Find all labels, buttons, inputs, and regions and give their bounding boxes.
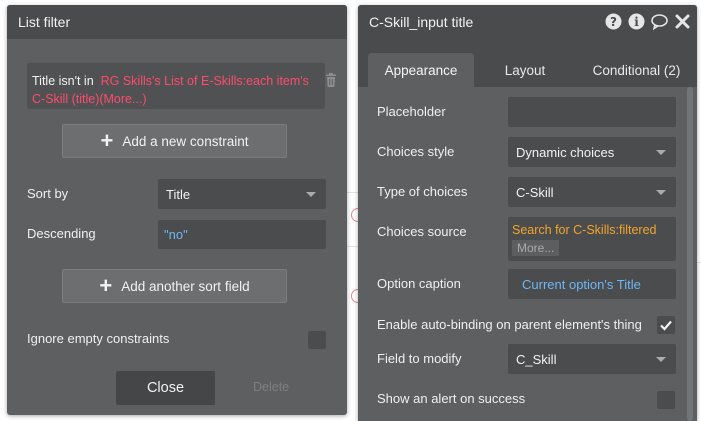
choices-style-value: Dynamic choices [516,144,615,160]
list-filter-panel: List filter Title isn't in RG Skills's L… [7,5,347,415]
add-sort-field-label: Add another sort field [121,278,250,294]
descending-value: "no" [164,227,188,242]
field-to-modify-select[interactable]: C_Skill [508,344,676,374]
add-sort-field-button[interactable]: + Add another sort field [62,269,287,303]
add-constraint-button[interactable]: + Add a new constraint [62,124,287,158]
help-icon[interactable]: ? [605,13,622,30]
scrollbar[interactable] [687,87,693,421]
svg-text:?: ? [610,15,617,29]
show-alert-label: Show an alert on success [377,391,526,406]
plus-icon: + [100,128,114,153]
type-of-choices-value: C-Skill [516,184,554,200]
property-editor-title: C-Skill_input title [369,14,474,30]
placeholder-input[interactable] [508,97,676,127]
chevron-down-icon [306,192,316,197]
tab-bar: Appearance Layout Conditional (2) [358,39,697,87]
sort-by-value: Title [166,186,191,202]
canvas-guide-line [697,262,701,263]
tab-appearance[interactable]: Appearance [368,53,474,87]
ignore-empty-checkbox[interactable] [308,331,326,349]
choices-source-more-button[interactable]: More... [512,240,560,256]
constraint-expression-box[interactable]: Title isn't in RG Skills's List of E-Ski… [27,63,325,109]
close-icon[interactable] [674,13,691,30]
choices-style-select[interactable]: Dynamic choices [508,137,676,167]
canvas-guide-line [347,246,358,247]
property-editor-panel: C-Skill_input title ? i Appearance Layou… [358,5,697,421]
delete-button[interactable]: Delete [253,380,289,394]
tab-conditional[interactable]: Conditional (2) [576,53,697,87]
chevron-down-icon [656,150,666,155]
option-caption-label: Option caption [377,276,461,291]
property-editor-header: C-Skill_input title ? i [358,5,697,39]
auto-binding-checkbox[interactable] [657,316,675,334]
svg-text:i: i [634,15,639,29]
option-caption-expression[interactable]: Current option's Title [522,277,641,292]
auto-binding-label: Enable auto-binding on parent element's … [377,317,642,332]
info-icon[interactable]: i [628,13,645,30]
descending-field[interactable]: "no" [158,220,326,249]
close-button-label: Close [146,380,185,396]
tab-layout[interactable]: Layout [474,53,576,87]
list-filter-title: List filter [18,14,71,30]
chevron-down-icon [656,357,666,362]
add-constraint-label: Add a new constraint [122,133,249,149]
option-caption-field[interactable]: Current option's Title [508,269,676,299]
close-button[interactable]: Close [116,371,215,405]
list-filter-header: List filter [7,5,347,39]
choices-style-label: Choices style [377,144,455,159]
comment-icon[interactable] [651,13,668,30]
plus-icon: + [99,273,113,298]
placeholder-label: Placeholder [377,104,446,119]
choices-source-label: Choices source [377,224,467,239]
chevron-down-icon [656,190,666,195]
type-of-choices-label: Type of choices [377,184,468,199]
choices-source-field[interactable]: Search for C-Skills:filtered More... [508,217,676,261]
field-to-modify-value: C_Skill [516,351,557,367]
ignore-empty-label: Ignore empty constraints [27,331,170,346]
descending-label: Descending [27,226,96,241]
show-alert-checkbox[interactable] [657,391,675,409]
sort-by-label: Sort by [27,186,69,201]
checkmark-icon [660,320,672,331]
canvas-guide-line [347,192,358,193]
constraint-label: Title isn't in [32,74,94,88]
choices-source-expression[interactable]: Search for C-Skills:filtered [512,223,672,237]
sort-by-select[interactable]: Title [158,179,326,209]
field-to-modify-label: Field to modify [377,351,462,366]
trash-icon[interactable] [325,73,337,87]
type-of-choices-select[interactable]: C-Skill [508,177,676,207]
